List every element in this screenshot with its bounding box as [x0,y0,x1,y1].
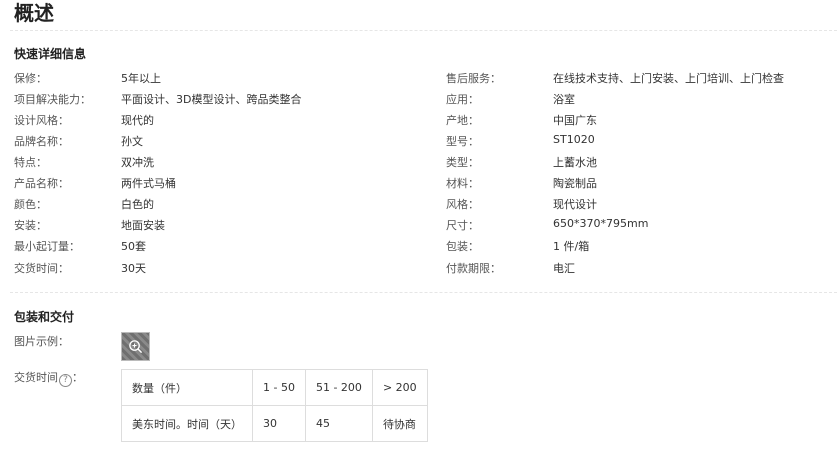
detail-label: 型号： [446,135,479,148]
detail-label: 包装： [446,240,479,253]
detail-label: 最小起订量： [14,240,80,253]
detail-label: 风格： [446,198,479,211]
detail-value: ST1020 [553,133,595,146]
detail-value: 1 件/箱 [553,240,590,253]
detail-value: 650*370*795mm [553,217,649,230]
lead-time-table: 数量（件） 1 - 50 51 - 200 > 200 美东时间。时间（天） 3… [121,369,428,442]
detail-label: 产品名称： [14,177,69,190]
quick-details-heading: 快速详细信息 [14,47,87,61]
table-cell: 51 - 200 [304,369,373,406]
detail-value: 白色的 [121,198,154,211]
detail-value: 陶瓷制品 [553,177,597,190]
detail-value: 中国广东 [553,114,597,127]
divider [10,292,837,293]
lead-time-label-text: 交货时间 [14,371,58,384]
detail-label: 安装： [14,219,47,232]
divider [10,30,837,31]
table-cell: 数量（件） [121,369,253,406]
table-cell: 待协商 [371,405,428,442]
detail-value: 电汇 [553,262,575,275]
product-thumbnail[interactable] [121,332,150,361]
detail-value: 浴室 [553,93,575,106]
image-example-label: 图片示例： [14,335,69,348]
table-cell: 1 - 50 [252,369,306,406]
zoom-icon [129,340,143,354]
detail-label: 应用： [446,93,479,106]
packaging-heading: 包装和交付 [14,310,75,324]
detail-label: 材料： [446,177,479,190]
detail-label: 尺寸： [446,219,479,232]
detail-label: 保修： [14,72,47,85]
help-icon[interactable]: ? [59,374,72,387]
detail-value: 上蓄水池 [553,156,597,169]
table-row: 美东时间。时间（天） 30 45 待协商 [121,405,428,442]
detail-value: 两件式马桶 [121,177,176,190]
detail-value: 双冲洗 [121,156,154,169]
page-title: 概述 [14,1,54,25]
table-row: 数量（件） 1 - 50 51 - 200 > 200 [121,369,428,406]
detail-label: 产地： [446,114,479,127]
detail-value: 50套 [121,240,146,253]
table-cell: 30 [252,405,306,442]
table-cell: 美东时间。时间（天） [121,405,253,442]
detail-label: 交货时间： [14,262,69,275]
detail-value: 平面设计、3D模型设计、跨品类整合 [121,93,302,106]
detail-value: 30天 [121,262,146,275]
detail-value: 现代的 [121,114,154,127]
detail-label: 品牌名称： [14,135,69,148]
table-cell: > 200 [371,369,428,406]
detail-label: 颜色： [14,198,47,211]
detail-label: 特点： [14,156,47,169]
detail-value: 现代设计 [553,198,597,211]
detail-label: 项目解决能力： [14,93,91,106]
detail-label: 类型： [446,156,479,169]
detail-value: 地面安装 [121,219,165,232]
lead-time-label: 交货时间?： [14,371,83,387]
detail-value: 孙文 [121,135,143,148]
table-cell: 45 [304,405,373,442]
detail-label: 售后服务： [446,72,501,85]
detail-label: 付款期限： [446,262,501,275]
detail-value: 在线技术支持、上门安装、上门培训、上门检查 [553,72,784,85]
detail-label: 设计风格： [14,114,69,127]
detail-value: 5年以上 [121,72,161,85]
